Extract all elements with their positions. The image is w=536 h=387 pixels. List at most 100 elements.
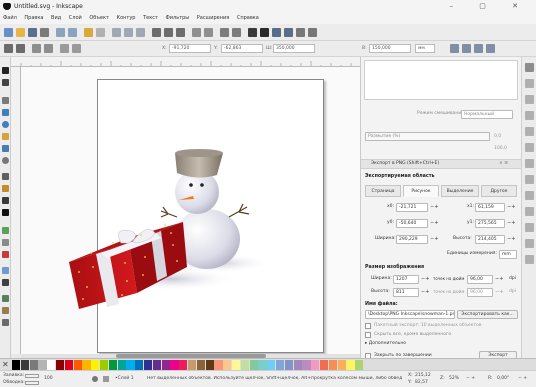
rotate-icon[interactable] [32,44,41,53]
dropper-tool-icon[interactable] [2,279,9,286]
export-as-button[interactable]: Экспортировать как... [457,310,518,319]
palette-swatch[interactable] [152,360,161,370]
palette-swatch[interactable] [100,360,109,370]
3d-box-tool-icon[interactable] [2,145,9,152]
select-all-layers-icon[interactable] [16,44,25,53]
rotation-stepper[interactable]: − + [518,376,527,381]
palette-swatch[interactable] [188,360,197,370]
selector-tool-icon[interactable] [2,67,9,74]
dpi-input[interactable]: 96,00 [467,275,493,284]
paste-icon[interactable] [136,28,145,37]
star-tool-icon[interactable] [2,133,9,140]
print-icon[interactable] [40,28,49,37]
save-icon[interactable] [28,28,37,37]
tab-selection[interactable]: Выделение [441,185,479,197]
snap-intersections-icon[interactable] [525,159,534,168]
width-input[interactable]: 290,229 [396,235,428,244]
palette-swatch[interactable] [20,360,29,370]
palette-swatch[interactable] [355,360,364,370]
ungroup-icon[interactable] [232,28,241,37]
y1-stepper[interactable]: −+ [507,219,515,228]
snowman-gift-drawing[interactable] [21,67,360,354]
palette-swatch[interactable] [293,360,302,370]
zoom-stepper[interactable]: − + [466,376,475,381]
move-gradients-icon[interactable] [474,44,483,53]
palette-swatch[interactable] [346,360,355,370]
window-controls[interactable]: – ▢ ✕ [450,0,530,13]
unit-select[interactable]: мм [415,44,435,53]
snap-toggle-icon[interactable] [525,63,534,72]
open-icon[interactable] [16,28,25,37]
palette-swatch[interactable] [302,360,311,370]
spray-tool-icon[interactable] [2,227,9,234]
menu-extensions[interactable]: Расширения [197,15,229,21]
img-height-stepper[interactable]: −+ [421,288,429,297]
w-input[interactable]: 350,000 [273,44,315,53]
dpi-stepper[interactable]: −+ [495,275,503,284]
filename-input[interactable]: \Desktop\PNG Inkscape\snowman-1.png [365,310,455,319]
palette-swatch[interactable] [205,360,214,370]
palette-swatch[interactable] [223,360,232,370]
snap-centers-icon[interactable] [525,191,534,200]
advanced-expander[interactable]: ▸ Дополнительно [365,340,406,348]
snap-guides-icon[interactable] [525,255,534,264]
tab-custom[interactable]: Другое [481,185,517,197]
x-input[interactable]: -91,720 [169,44,211,53]
group-icon[interactable] [220,28,229,37]
export-icon[interactable] [68,28,77,37]
snap-nodes-icon[interactable] [525,127,534,136]
palette-swatch[interactable] [267,360,276,370]
width-stepper[interactable]: −+ [430,235,438,244]
raise-icon[interactable] [60,44,69,53]
palette-swatch[interactable] [64,360,73,370]
palette-swatch[interactable] [337,360,346,370]
height-input[interactable]: 214,405 [475,235,505,244]
select-all-icon[interactable] [4,44,13,53]
lower-icon[interactable] [72,44,81,53]
batch-export-checkbox[interactable] [365,323,371,329]
y1-input[interactable]: 275,565 [475,219,505,228]
palette-swatch[interactable] [161,360,170,370]
cut-icon[interactable] [124,28,133,37]
preferences-icon[interactable] [308,28,317,37]
layer-lock-icon[interactable] [103,376,109,382]
x0-input[interactable]: -21,721 [396,203,428,212]
menu-path[interactable]: Контур [117,15,136,21]
palette-swatch[interactable] [12,360,21,370]
palette-swatch[interactable] [91,360,100,370]
current-layer-select[interactable]: •Слой 1 [115,376,134,381]
drawing-canvas[interactable] [21,67,360,354]
palette-swatch[interactable] [284,360,293,370]
bucket-tool-icon[interactable] [2,251,9,258]
menu-object[interactable]: Объект [89,15,109,21]
blur-field[interactable]: Размытие (%) [365,132,490,141]
no-paint-swatch[interactable]: ✕ [2,360,10,370]
eraser-tool-icon[interactable] [2,239,9,246]
snap-rotation-icon[interactable] [525,207,534,216]
img-width-stepper[interactable]: −+ [421,275,429,284]
palette-swatch[interactable] [135,360,144,370]
palette-swatch[interactable] [29,360,38,370]
pen-tool-icon[interactable] [2,185,9,192]
snap-paths-icon[interactable] [525,143,534,152]
spiral-tool-icon[interactable] [2,157,9,164]
palette-swatch[interactable] [196,360,205,370]
import-icon[interactable] [56,28,65,37]
palette-swatch[interactable] [38,360,47,370]
snap-page-icon[interactable] [525,223,534,232]
dpi2-input[interactable]: 96,00 [467,288,493,297]
palette-swatch[interactable] [311,360,320,370]
snap-grid-icon[interactable] [525,239,534,248]
hide-all-checkbox[interactable] [365,332,371,338]
redo-icon[interactable] [96,28,105,37]
clone-icon[interactable] [204,28,213,37]
xml-editor-icon[interactable] [284,28,293,37]
palette-swatch[interactable] [258,360,267,370]
blend-mode-select[interactable]: Нормальный [461,110,513,119]
layer-visibility-icon[interactable] [92,376,98,382]
palette-swatch[interactable] [179,360,188,370]
scale-stroke-icon[interactable] [450,44,459,53]
text-font-icon[interactable] [260,28,269,37]
menu-edit[interactable]: Правка [24,15,43,21]
palette-swatch[interactable] [320,360,329,370]
